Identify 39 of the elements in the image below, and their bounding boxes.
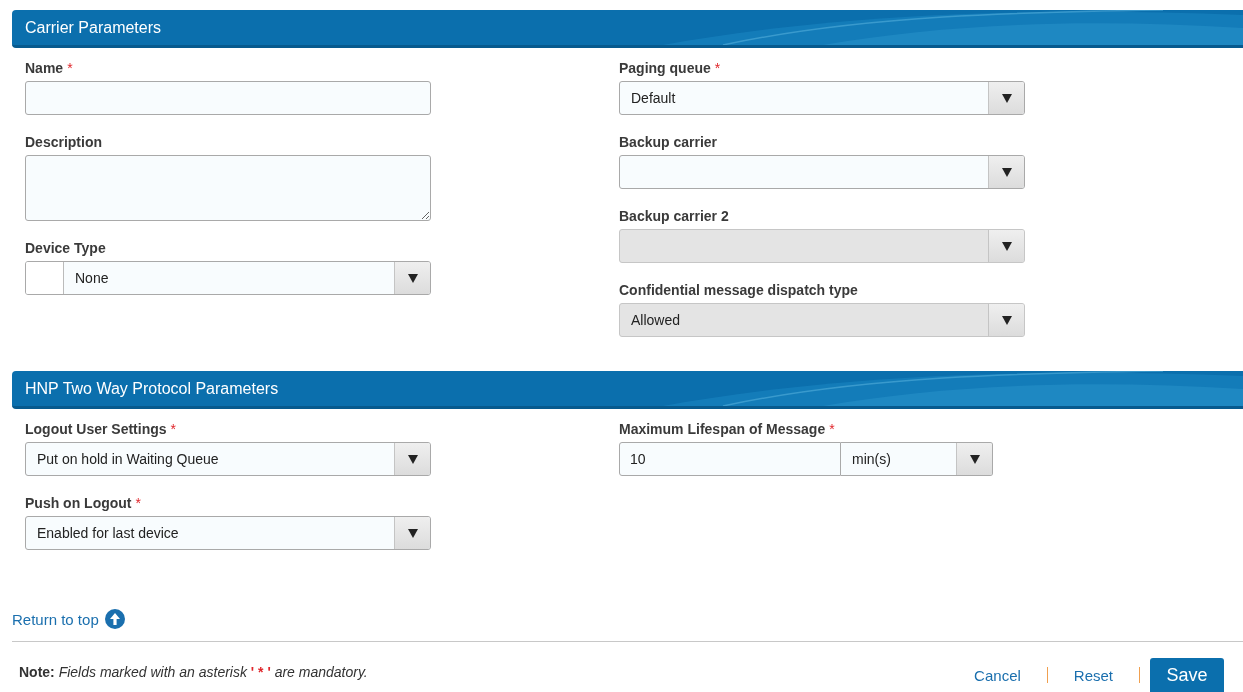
text-area[interactable] <box>25 155 431 221</box>
required-mark: * <box>829 421 835 437</box>
dropdown[interactable] <box>619 155 1025 189</box>
field-label: Paging queue <box>619 60 711 76</box>
section-title: Carrier Parameters <box>24 18 162 37</box>
field-label: Device Type <box>25 240 106 256</box>
number-field[interactable]: 10 <box>619 442 841 476</box>
text-field[interactable] <box>25 81 431 115</box>
section-title: HNP Two Way Protocol Parameters <box>24 379 279 398</box>
dropdown[interactable]: Default <box>619 81 1025 115</box>
caret-icon <box>407 454 418 464</box>
required-mark: * <box>67 60 73 76</box>
dropdown[interactable]: Enabled for last device <box>25 516 431 550</box>
caret-icon <box>969 454 980 464</box>
field-label: Confidential message dispatch type <box>619 282 858 298</box>
required-mark: * <box>170 421 176 437</box>
action-link[interactable]: Cancel <box>948 666 1047 684</box>
required-mark: * <box>714 60 721 76</box>
mandatory-note: Note: Fields marked with an asterisk ' * ' are mandatory. <box>19 664 368 682</box>
dropdown[interactable]: None <box>25 261 431 295</box>
save-button[interactable]: Save <box>1150 658 1224 692</box>
caret-icon <box>407 273 418 283</box>
caret-icon <box>1001 315 1012 325</box>
caret-icon <box>1001 241 1012 251</box>
caret-icon <box>407 528 418 538</box>
unit-dropdown[interactable]: min(s) <box>841 442 993 476</box>
dropdown[interactable]: Put on hold in Waiting Queue <box>25 442 431 476</box>
return-to-top-link[interactable]: Return to top <box>12 609 125 629</box>
field-label: Description <box>25 134 102 150</box>
field-label: Maximum Lifespan of Message <box>619 421 826 437</box>
field-label: Backup carrier <box>619 134 718 150</box>
caret-icon <box>1001 93 1012 103</box>
field-label: Push on Logout <box>25 495 132 511</box>
caret-icon <box>1001 167 1012 177</box>
required-mark: * <box>135 495 141 511</box>
field-label: Name <box>25 60 64 76</box>
action-link[interactable]: Reset <box>1047 666 1139 684</box>
field-label: Backup carrier 2 <box>619 208 729 224</box>
field-label: Logout User Settings <box>25 421 167 437</box>
